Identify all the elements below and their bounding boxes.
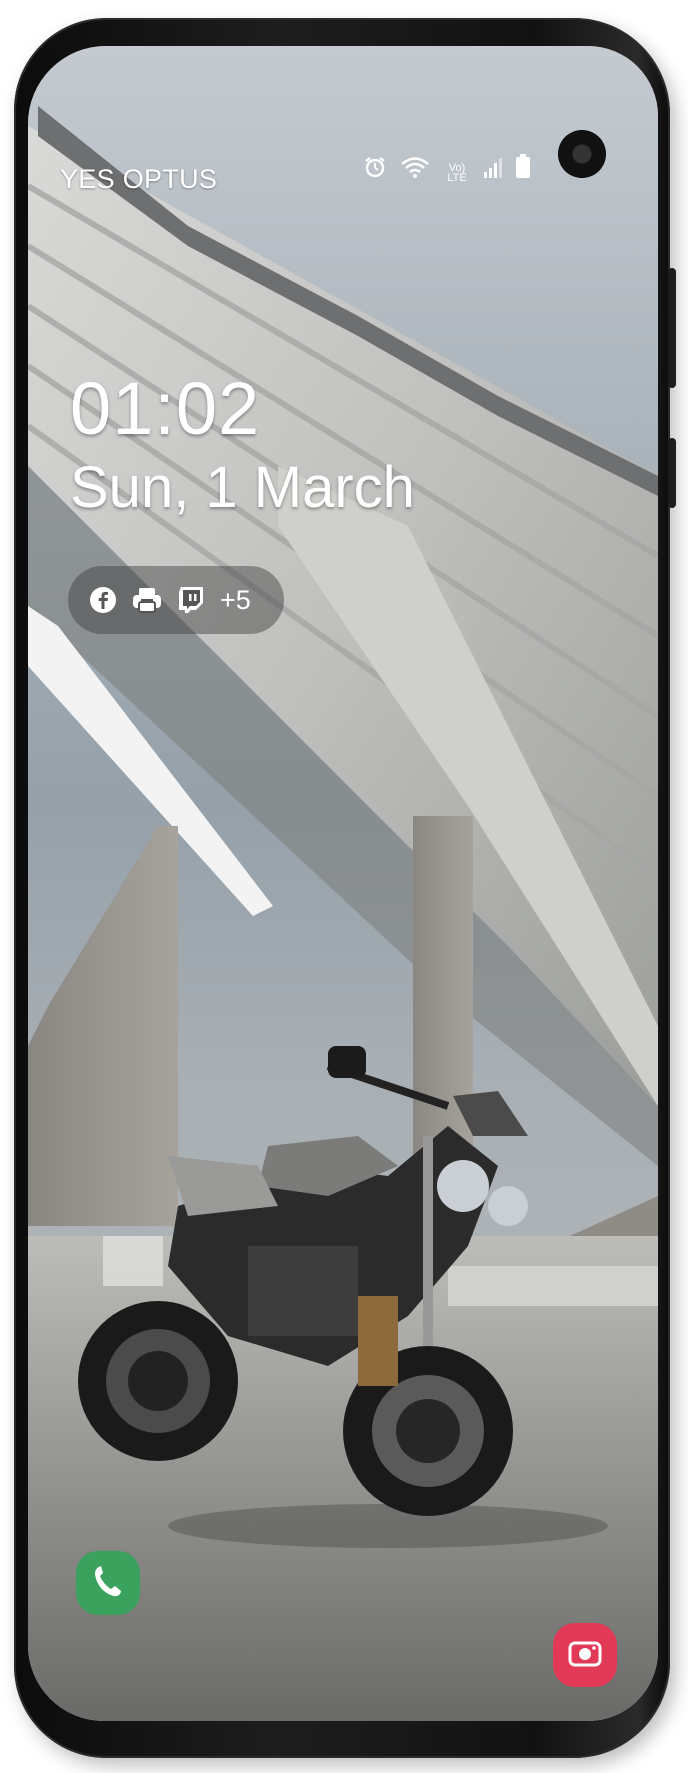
- status-icons: Vo) LTE: [364, 154, 530, 184]
- volte-icon: Vo) LTE: [447, 162, 467, 184]
- printer-icon: [132, 585, 162, 615]
- camera-shortcut-button[interactable]: [553, 1623, 617, 1687]
- front-camera-icon: [558, 130, 606, 178]
- facebook-icon: [88, 585, 118, 615]
- carrier-label: YES OPTUS: [60, 164, 218, 194]
- phone-icon: [93, 1564, 123, 1603]
- notification-icons[interactable]: +5: [68, 566, 284, 634]
- lock-date: Sun, 1 March: [70, 455, 415, 520]
- volume-button: [668, 268, 676, 388]
- signal-icon: [484, 156, 502, 183]
- camera-icon: [568, 1638, 602, 1673]
- phone-shortcut-button[interactable]: [76, 1551, 140, 1615]
- wallpaper: [28, 46, 658, 1721]
- power-button: [668, 438, 676, 508]
- more-notifications-count: +5: [220, 584, 251, 615]
- alarm-icon: [364, 156, 386, 183]
- lock-screen[interactable]: YES OPTUS Vo) LTE 01:02 Sun, 1 March +5: [28, 46, 658, 1721]
- wifi-icon: [400, 156, 430, 183]
- phone-frame: YES OPTUS Vo) LTE 01:02 Sun, 1 March +5: [14, 18, 676, 1758]
- battery-icon: [516, 154, 530, 183]
- lock-clock: 01:02: [70, 367, 261, 450]
- twitch-icon: [176, 585, 206, 615]
